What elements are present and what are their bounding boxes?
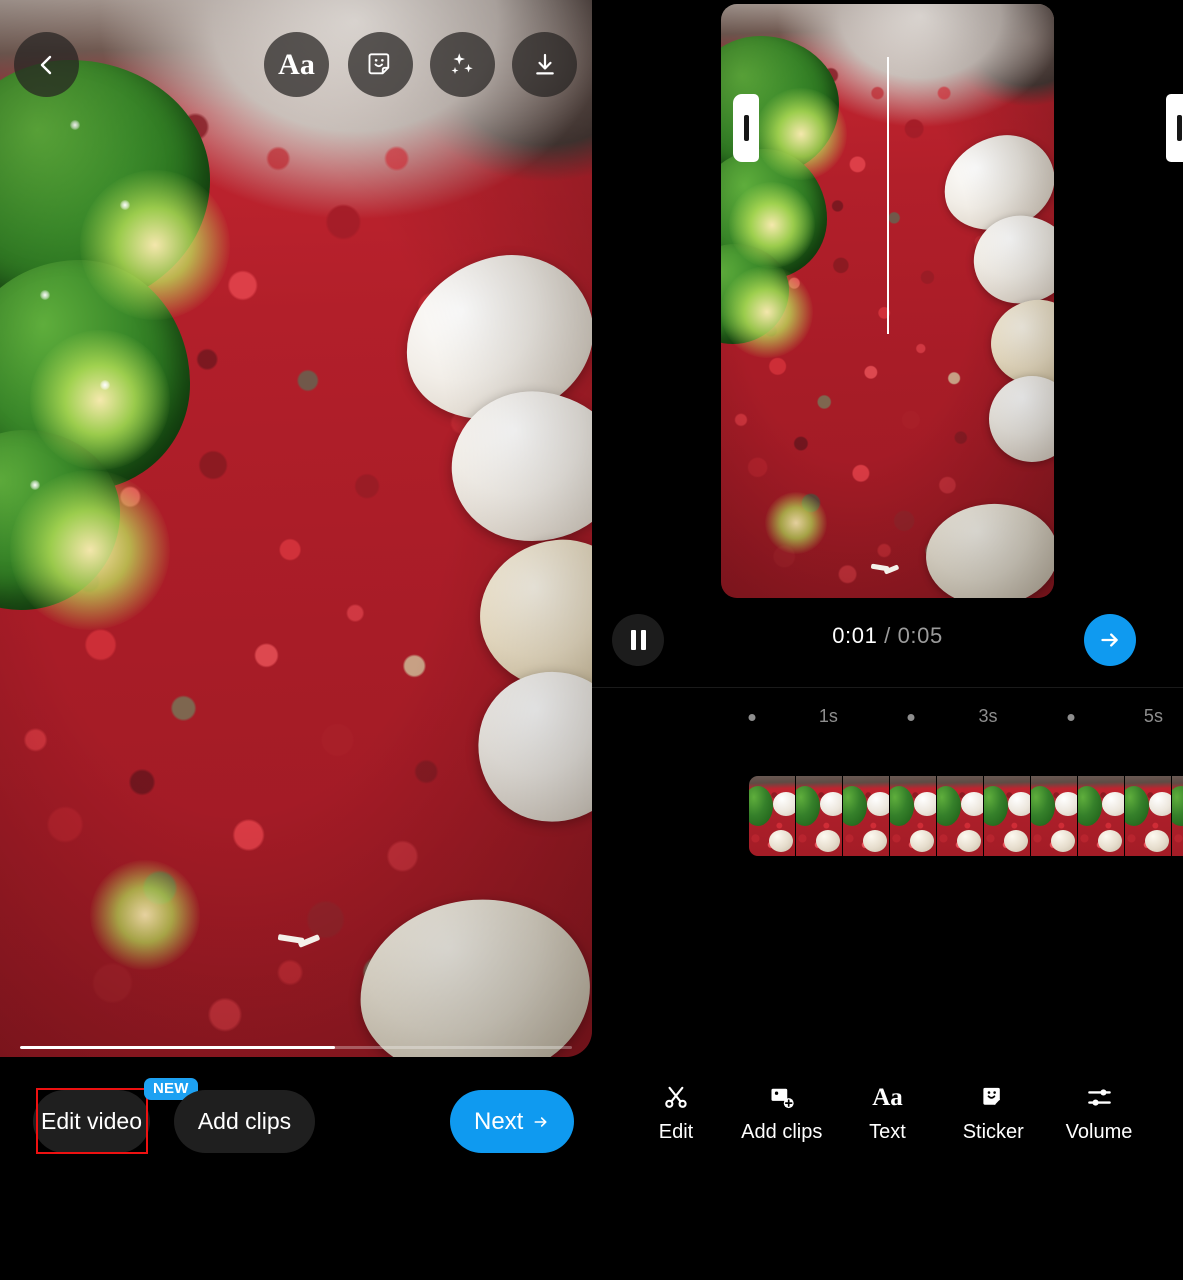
timeline-tick-dot bbox=[907, 714, 915, 721]
timeline-ruler: 1s 3s 5s bbox=[592, 706, 1183, 730]
effects-button[interactable] bbox=[430, 32, 495, 97]
timeline-tick-label: 5s bbox=[1143, 706, 1163, 726]
add-clips-button[interactable]: Add clips bbox=[174, 1090, 315, 1153]
trim-handle-end[interactable] bbox=[1166, 94, 1183, 162]
total-time: 0:05 bbox=[897, 623, 943, 648]
frame-stone bbox=[1008, 792, 1030, 816]
photo-preview[interactable]: Aa bbox=[0, 0, 592, 1057]
frame-stone bbox=[863, 830, 887, 852]
text-icon: Aa bbox=[872, 1082, 903, 1112]
playback-progress-fill bbox=[20, 1046, 335, 1049]
frame-stone bbox=[957, 830, 981, 852]
tool-add-clips-label: Add clips bbox=[741, 1121, 823, 1143]
filmstrip-frame[interactable] bbox=[1172, 776, 1183, 856]
frame-stone bbox=[1004, 830, 1028, 852]
next-label: Next bbox=[474, 1107, 524, 1135]
frame-stone bbox=[820, 792, 842, 816]
arrow-right-icon bbox=[1101, 633, 1118, 647]
playback-progress-bar[interactable] bbox=[20, 1046, 572, 1049]
editor-toolbar: Edit Add clips Aa Text Sticker Volume bbox=[592, 1082, 1183, 1144]
photo-vignette bbox=[0, 0, 592, 1057]
trim-handle-start[interactable] bbox=[733, 94, 759, 162]
frame-stone bbox=[816, 830, 840, 852]
trim-grip-icon bbox=[743, 115, 749, 141]
capture-action-bar: Edit video NEW Add clips Next bbox=[0, 1078, 592, 1154]
tool-sticker-label: Sticker bbox=[962, 1121, 1024, 1143]
filmstrip-frame[interactable] bbox=[1078, 776, 1125, 856]
edit-video-label: Edit video bbox=[41, 1108, 143, 1134]
filmstrip-frame[interactable] bbox=[843, 776, 890, 856]
forward-button[interactable] bbox=[1084, 614, 1136, 666]
frame-stone bbox=[769, 830, 793, 852]
filmstrip-frame[interactable] bbox=[1125, 776, 1172, 856]
frame-stone bbox=[1051, 830, 1075, 852]
app-screenshot: Aa Edit video NEW Add clips Next 0:01 / … bbox=[0, 0, 1183, 1280]
next-button[interactable]: Next bbox=[450, 1090, 574, 1153]
back-button[interactable] bbox=[14, 32, 79, 97]
frame-stone bbox=[1098, 830, 1122, 852]
tool-text[interactable]: Aa Text bbox=[842, 1082, 934, 1144]
edit-video-button[interactable]: Edit video bbox=[33, 1090, 150, 1153]
frame-stone bbox=[1145, 830, 1169, 852]
tool-text-label: Text bbox=[869, 1121, 906, 1143]
sparkles-icon bbox=[451, 52, 473, 74]
right-panel-video-editor: 0:01 / 0:05 1s3s5s Tap on a track to tri… bbox=[592, 0, 1183, 1280]
time-separator: / bbox=[884, 623, 891, 648]
tool-edit-label: Edit bbox=[658, 1121, 694, 1143]
current-time: 0:01 bbox=[832, 623, 878, 648]
timeline-tick-dot bbox=[748, 714, 756, 721]
filmstrip-frame[interactable] bbox=[1031, 776, 1078, 856]
timeline-tick-label: 3s bbox=[978, 706, 998, 726]
frame-stone bbox=[914, 792, 936, 816]
filmstrip-frame[interactable] bbox=[937, 776, 984, 856]
sticker-icon bbox=[368, 52, 389, 74]
arrow-right-icon bbox=[534, 1116, 547, 1127]
frame-stone bbox=[961, 792, 983, 816]
text-icon-glyph: Aa bbox=[872, 1083, 903, 1111]
timeline[interactable]: 1s3s5s Tap on a track to trim. Pinch to … bbox=[592, 688, 1183, 1048]
playhead[interactable] bbox=[887, 57, 889, 334]
frame-stone bbox=[867, 792, 889, 816]
filmstrip-frame[interactable] bbox=[749, 776, 796, 856]
tool-add-clips[interactable]: Add clips bbox=[736, 1082, 828, 1144]
add-clips-label: Add clips bbox=[197, 1108, 292, 1134]
download-button[interactable] bbox=[512, 32, 577, 97]
tool-volume[interactable]: Volume bbox=[1053, 1082, 1145, 1144]
video-track-filmstrip[interactable] bbox=[749, 776, 1183, 856]
add-clip-icon bbox=[768, 1082, 795, 1112]
text-icon: Aa bbox=[278, 47, 315, 81]
filmstrip-frame[interactable] bbox=[984, 776, 1031, 856]
trim-grip-icon bbox=[1176, 115, 1182, 141]
frame-stone bbox=[1149, 792, 1171, 816]
frame-cactus bbox=[1172, 786, 1183, 826]
back-icon bbox=[40, 55, 51, 74]
scissors-icon bbox=[663, 1082, 690, 1112]
player-controls: 0:01 / 0:05 bbox=[592, 614, 1183, 680]
timeline-tick-label: 1s bbox=[818, 706, 838, 726]
sticker-icon bbox=[980, 1082, 1007, 1112]
preview-scene-marker bbox=[871, 564, 899, 577]
scene-marker bbox=[278, 934, 320, 952]
download-icon bbox=[535, 53, 554, 75]
volume-sliders-icon bbox=[1086, 1082, 1113, 1112]
frame-stone bbox=[1055, 792, 1077, 816]
frame-stone bbox=[910, 830, 934, 852]
add-sticker-button[interactable] bbox=[348, 32, 413, 97]
capture-top-toolbar: Aa bbox=[0, 0, 592, 130]
filmstrip-frame[interactable] bbox=[796, 776, 843, 856]
filmstrip-frame[interactable] bbox=[890, 776, 937, 856]
add-text-button[interactable]: Aa bbox=[264, 32, 329, 97]
tool-volume-label: Volume bbox=[1065, 1121, 1133, 1143]
timeline-tick-dot bbox=[1067, 714, 1075, 721]
tool-edit[interactable]: Edit bbox=[630, 1082, 722, 1144]
frame-stone bbox=[1102, 792, 1124, 816]
frame-stone bbox=[773, 792, 795, 816]
left-panel-capture-preview: Aa Edit video NEW Add clips Next bbox=[0, 0, 592, 1280]
tool-sticker[interactable]: Sticker bbox=[947, 1082, 1039, 1144]
